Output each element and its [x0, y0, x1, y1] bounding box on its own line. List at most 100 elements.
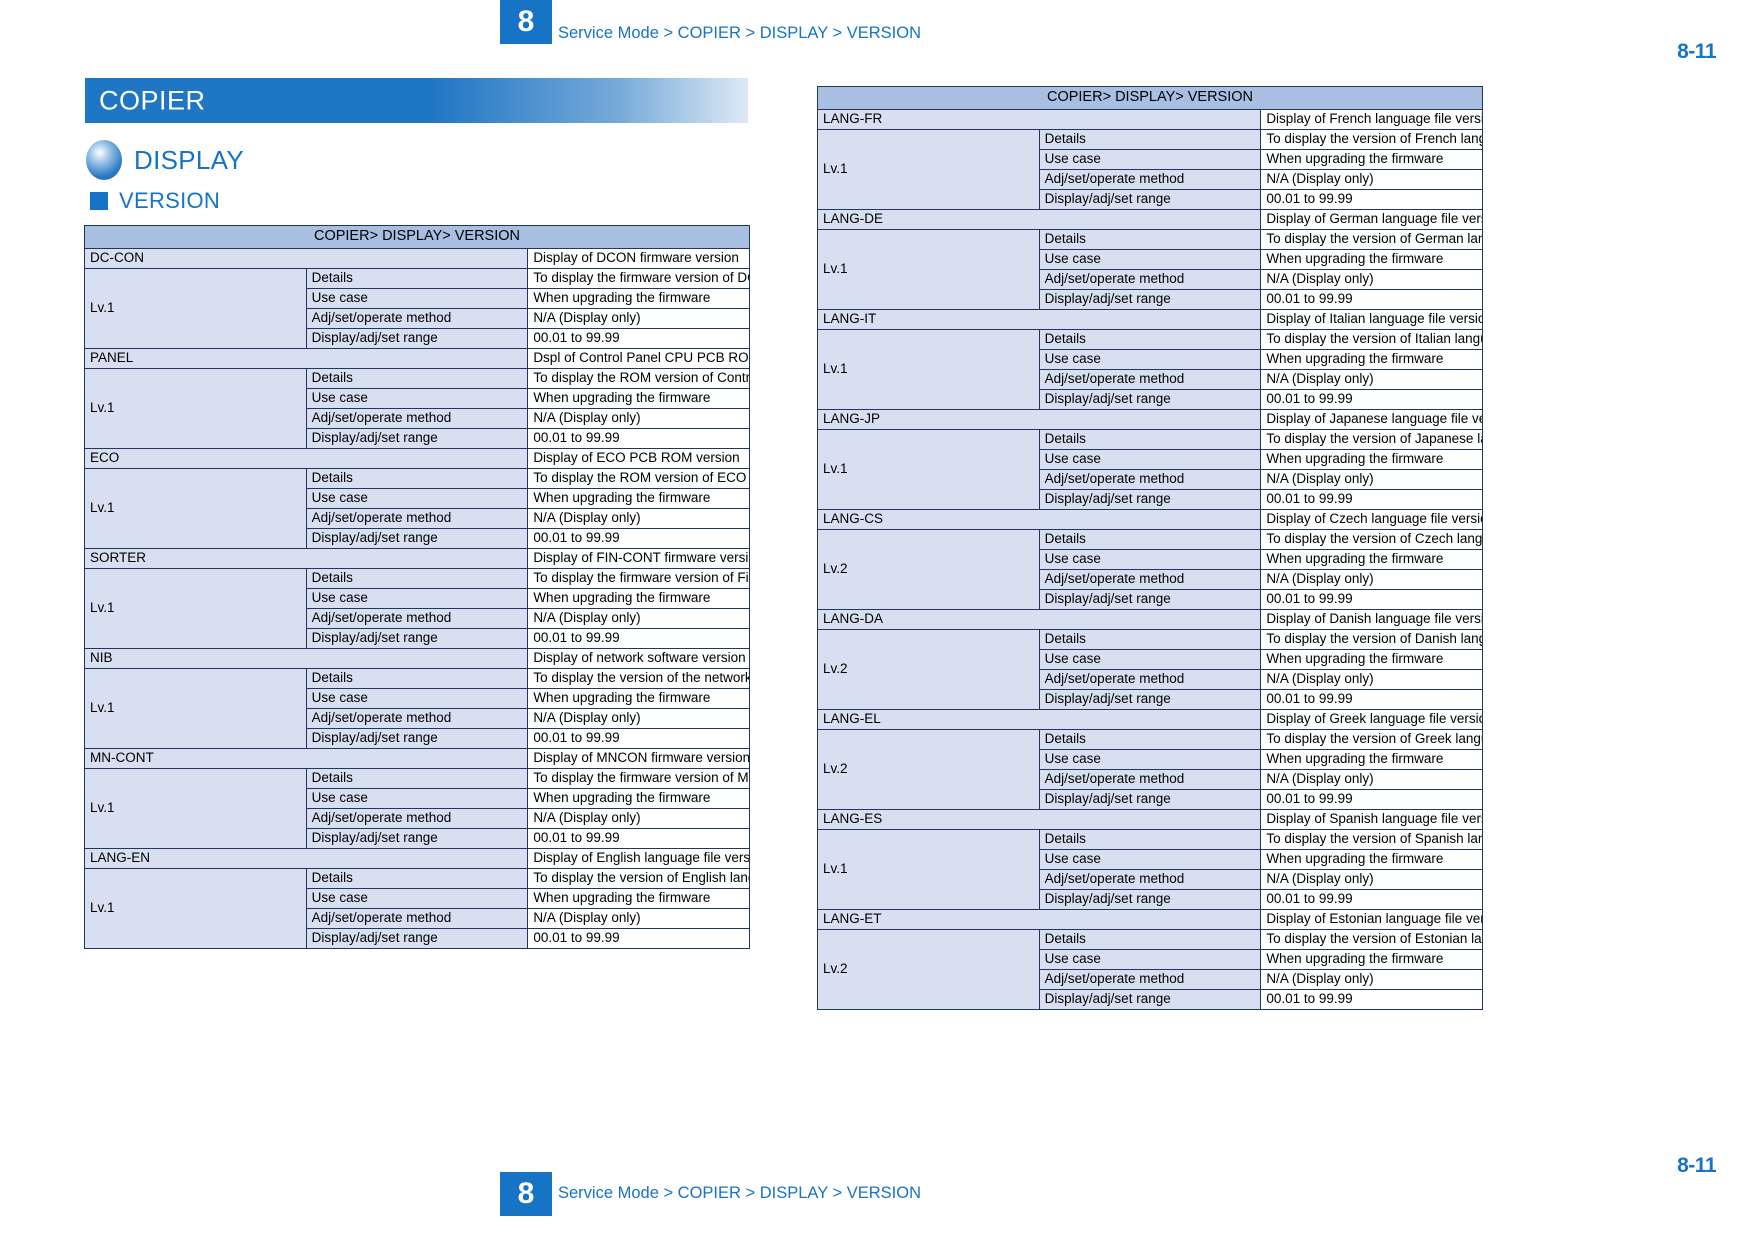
- level-badge: Lv.1: [817, 129, 1040, 210]
- field-label-details: Details: [1038, 929, 1262, 950]
- breadcrumb: Service Mode > COPIER > DISPLAY > VERSIO…: [558, 24, 921, 42]
- field-value-adj-method: N/A (Display only): [1260, 169, 1483, 190]
- square-bullet-icon: [90, 192, 108, 210]
- item-description: Display of Czech language file version: [1260, 509, 1483, 530]
- field-label-details: Details: [1038, 229, 1262, 250]
- table-row: Lv.1 Details To display the version of Fre…: [817, 129, 1483, 210]
- subsection-label: DISPLAY: [134, 144, 244, 175]
- level-badge: Lv.1: [84, 868, 307, 949]
- field-value-use-case: When upgrading the firmware: [1260, 549, 1483, 570]
- table-row: NIB Display of network software version: [83, 648, 750, 669]
- field-label-details: Details: [305, 368, 529, 389]
- item-description: Display of ECO PCB ROM version: [527, 448, 750, 469]
- item-description: Display of English language file version: [527, 848, 750, 869]
- table-row: SORTER Display of FIN-CONT firmware versi…: [83, 548, 750, 569]
- item-code: LANG-DA: [816, 609, 1262, 630]
- field-value-details: To display the firmware version of Main …: [527, 768, 750, 789]
- field-label-use-case: Use case: [305, 288, 529, 309]
- table-row: LANG-CS Display of Czech language file ve…: [816, 509, 1483, 530]
- field-value-adj-method: N/A (Display only): [1260, 669, 1483, 690]
- item-description: Display of MNCON firmware version: [527, 748, 750, 769]
- level-badge: Lv.1: [817, 429, 1040, 510]
- field-label-display-range: Display/adj/set range: [305, 528, 529, 549]
- item-description: Display of Italian language file version: [1260, 309, 1483, 330]
- field-value-use-case: When upgrading the firmware: [1260, 949, 1483, 970]
- field-label-use-case: Use case: [305, 488, 529, 509]
- field-label-use-case: Use case: [1038, 249, 1262, 270]
- level-badge: Lv.1: [84, 568, 307, 649]
- field-value-use-case: When upgrading the firmware: [527, 788, 750, 809]
- field-label-display-range: Display/adj/set range: [1038, 389, 1262, 410]
- field-label-details: Details: [1038, 829, 1262, 850]
- item-code: LANG-JP: [816, 409, 1262, 430]
- field-value-use-case: When upgrading the firmware: [527, 388, 750, 409]
- field-label-use-case: Use case: [305, 688, 529, 709]
- table-row: Lv.1 Details To display the version of Eng…: [84, 868, 750, 949]
- field-value-use-case: When upgrading the firmware: [527, 888, 750, 909]
- field-value-adj-method: N/A (Display only): [1260, 369, 1483, 390]
- table-row: LANG-FR Display of French language file v…: [816, 109, 1483, 130]
- item-description: Display of Danish language file version: [1260, 609, 1483, 630]
- table-title-row: COPIER> DISPLAY> VERSION: [817, 86, 1483, 110]
- field-label-use-case: Use case: [305, 588, 529, 609]
- item-code: SORTER: [83, 548, 529, 569]
- field-label-details: Details: [1038, 329, 1262, 350]
- field-label-display-range: Display/adj/set range: [1038, 989, 1262, 1010]
- field-value-display-range: 00.01 to 99.99: [1260, 889, 1483, 910]
- item-code: LANG-FR: [816, 109, 1262, 130]
- table-row: LANG-DA Display of Danish language file v…: [816, 609, 1483, 630]
- chapter-badge: 8: [500, 0, 552, 44]
- field-value-details: To display the version of Greek language…: [1260, 729, 1483, 750]
- field-label-display-range: Display/adj/set range: [1038, 889, 1262, 910]
- field-label-use-case: Use case: [1038, 649, 1262, 670]
- table-row: Lv.2 Details To display the version of Gre…: [817, 729, 1483, 810]
- field-value-details: To display the version of the network so…: [527, 668, 750, 689]
- level-badge: Lv.1: [84, 768, 307, 849]
- table-row: Lv.1 Details To display the firmware versi…: [84, 768, 750, 849]
- item-description: Display of FIN-CONT firmware version: [527, 548, 750, 569]
- field-label-details: Details: [1038, 729, 1262, 750]
- page-number-top: 8-11: [1677, 40, 1716, 63]
- field-value-display-range: 00.01 to 99.99: [1260, 489, 1483, 510]
- field-label-use-case: Use case: [1038, 549, 1262, 570]
- item-code: LANG-DE: [816, 209, 1262, 230]
- field-label-adj-method: Adj/set/operate method: [1038, 369, 1262, 390]
- field-value-details: To display the version of Estonian langu…: [1260, 929, 1483, 950]
- item-description: Display of network software version: [527, 648, 750, 669]
- table-row: Lv.1 Details To display the version of Ger…: [817, 229, 1483, 310]
- field-value-adj-method: N/A (Display only): [1260, 269, 1483, 290]
- field-value-adj-method: N/A (Display only): [527, 308, 750, 329]
- field-label-use-case: Use case: [1038, 149, 1262, 170]
- field-label-adj-method: Adj/set/operate method: [1038, 169, 1262, 190]
- table-row: Lv.2 Details To display the version of Cze…: [817, 529, 1483, 610]
- item-code: PANEL: [83, 348, 529, 369]
- table-row: LANG-ET Display of Estonian language file…: [816, 909, 1483, 930]
- field-label-display-range: Display/adj/set range: [305, 428, 529, 449]
- field-label-adj-method: Adj/set/operate method: [1038, 769, 1262, 790]
- field-value-adj-method: N/A (Display only): [527, 508, 750, 529]
- table-row: LANG-ES Display of Spanish language file …: [816, 809, 1483, 830]
- table-row: DC-CON Display of DCON firmware version: [83, 248, 750, 269]
- field-value-display-range: 00.01 to 99.99: [1260, 289, 1483, 310]
- field-label-use-case: Use case: [1038, 749, 1262, 770]
- field-value-use-case: When upgrading the firmware: [1260, 349, 1483, 370]
- field-label-adj-method: Adj/set/operate method: [1038, 669, 1262, 690]
- field-label-display-range: Display/adj/set range: [1038, 489, 1262, 510]
- field-value-display-range: 00.01 to 99.99: [527, 628, 750, 649]
- field-label-display-range: Display/adj/set range: [1038, 289, 1262, 310]
- table-title: COPIER> DISPLAY> VERSION: [817, 86, 1483, 110]
- level-badge: Lv.1: [817, 829, 1040, 910]
- field-value-use-case: When upgrading the firmware: [1260, 249, 1483, 270]
- field-value-details: To display the version of Czech language…: [1260, 529, 1483, 550]
- item-code: LANG-ET: [816, 909, 1262, 930]
- field-label-use-case: Use case: [305, 888, 529, 909]
- field-label-adj-method: Adj/set/operate method: [1038, 569, 1262, 590]
- field-label-details: Details: [1038, 529, 1262, 550]
- field-value-display-range: 00.01 to 99.99: [527, 728, 750, 749]
- field-value-display-range: 00.01 to 99.99: [527, 428, 750, 449]
- field-value-use-case: When upgrading the firmware: [1260, 649, 1483, 670]
- field-label-display-range: Display/adj/set range: [305, 628, 529, 649]
- table-row: Lv.1 Details To display the version of Jap…: [817, 429, 1483, 510]
- item-description: Display of German language file version: [1260, 209, 1483, 230]
- field-value-adj-method: N/A (Display only): [527, 408, 750, 429]
